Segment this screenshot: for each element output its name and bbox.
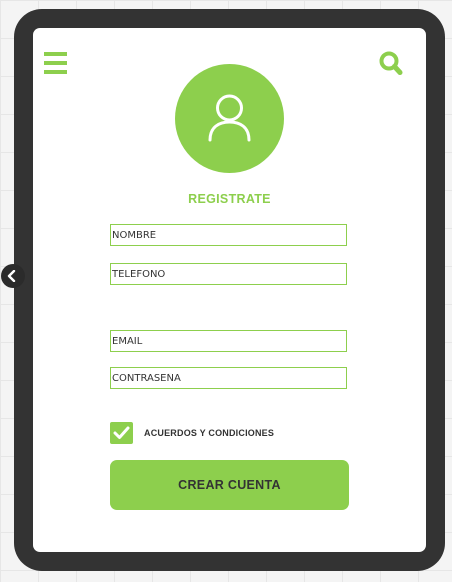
password-field[interactable]	[110, 367, 347, 389]
terms-checkbox[interactable]	[110, 422, 133, 444]
name-field[interactable]	[110, 224, 347, 246]
side-collapse-handle[interactable]	[1, 264, 25, 288]
phone-field[interactable]	[110, 263, 347, 285]
chevron-left-icon	[7, 270, 16, 282]
create-account-button[interactable]: CREAR CUENTA	[110, 460, 349, 510]
page-title: REGISTRATE	[188, 192, 271, 206]
search-icon[interactable]	[378, 50, 408, 80]
user-icon	[208, 94, 251, 142]
hamburger-menu-icon[interactable]	[44, 52, 67, 74]
app-screen: REGISTRATE ACUERDOS Y CONDICIONES CREAR …	[33, 28, 426, 552]
checkmark-icon	[113, 426, 130, 439]
terms-label[interactable]: ACUERDOS Y CONDICIONES	[144, 428, 274, 438]
email-field[interactable]	[110, 330, 347, 352]
avatar	[175, 64, 284, 173]
